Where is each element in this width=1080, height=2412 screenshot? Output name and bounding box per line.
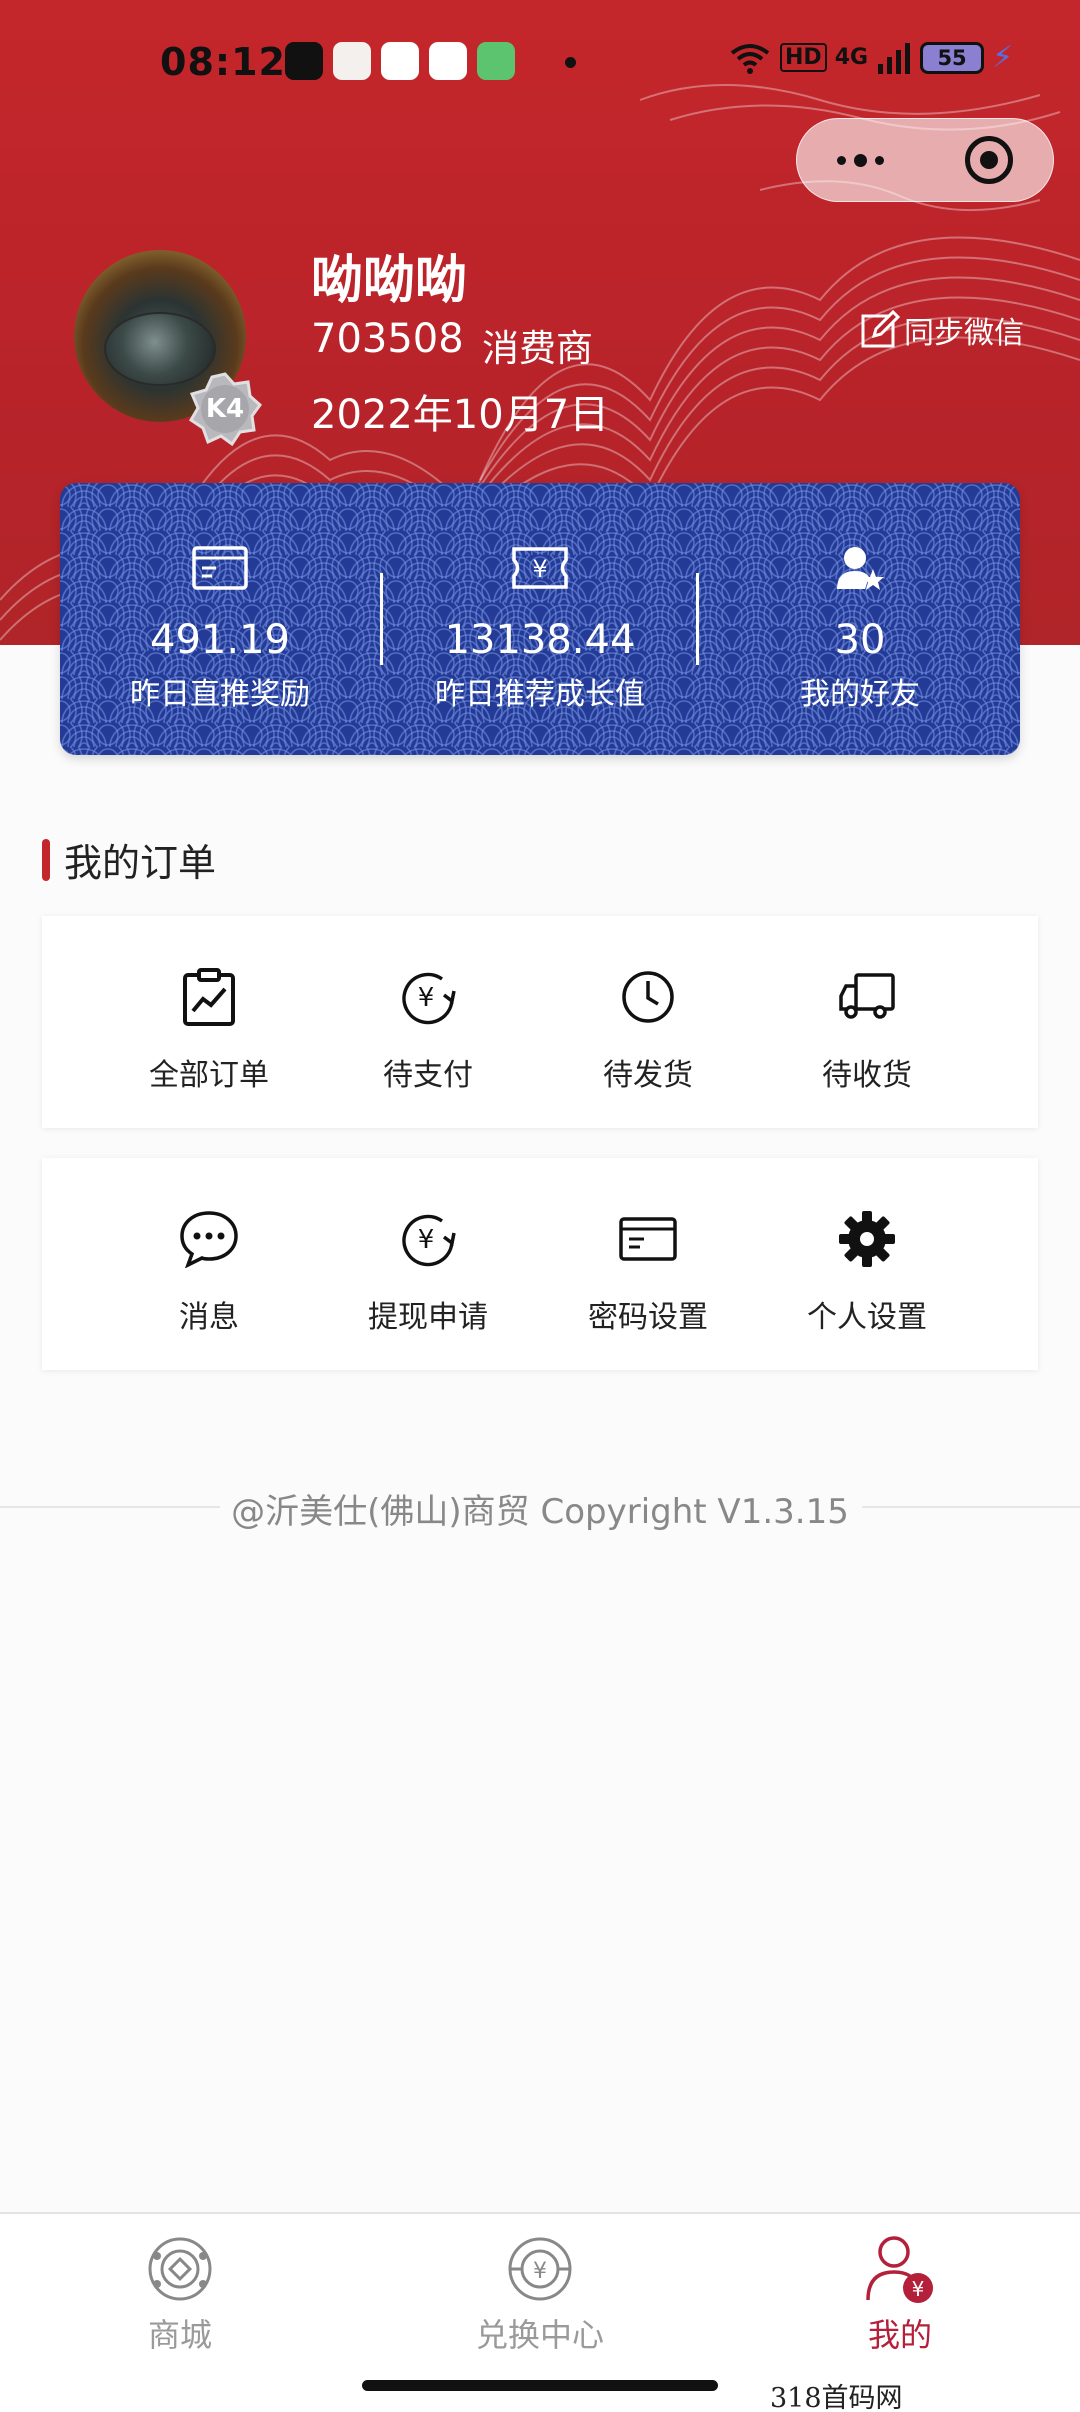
tool-item-label: 密码设置: [588, 1300, 708, 1335]
tab-label: 兑换中心: [475, 2316, 604, 2354]
copyright-text: @沂美仕(佛山)商贸 Copyright V1.3.15: [231, 1492, 849, 1532]
tiktok-icon: [285, 42, 323, 80]
tab-exchange-center[interactable]: ¥ 兑换中心: [360, 2234, 720, 2356]
join-date: 2022年10月7日: [311, 392, 610, 438]
signal-label: 4G: [834, 45, 869, 70]
svg-text:¥: ¥: [912, 2277, 925, 2301]
stat-growth-value[interactable]: ¥ 13138.44 昨日推荐成长值: [380, 483, 700, 755]
section-title-text: 我的订单: [64, 841, 217, 885]
order-item-label: 全部订单: [149, 1058, 269, 1093]
all-orders-button[interactable]: 全部订单: [99, 916, 319, 1128]
ticket-yuan-icon: ¥: [512, 547, 568, 589]
svg-text:¥: ¥: [533, 2259, 547, 2284]
hd-indicator: HD: [780, 43, 827, 72]
card-icon: [619, 1217, 677, 1261]
truck-icon: [839, 973, 895, 1019]
exchange-coin-icon: ¥: [508, 2237, 572, 2301]
notification-dot-icon: [565, 57, 576, 68]
status-app-icons: [285, 42, 515, 80]
close-miniprogram-button[interactable]: [964, 136, 1013, 184]
chat-bubble-icon: [180, 1211, 238, 1268]
home-indicator[interactable]: [362, 2380, 718, 2391]
password-settings-button[interactable]: 密码设置: [538, 1158, 758, 1370]
youku-icon: [429, 42, 467, 80]
user-id: 703508: [311, 316, 464, 362]
card-icon: [192, 546, 248, 590]
shop-compass-icon: [148, 2237, 212, 2301]
withdraw-request-button[interactable]: ¥ 提现申请: [318, 1158, 538, 1370]
miniprogram-capsule: [796, 118, 1054, 202]
orders-section-title: 我的订单: [42, 832, 216, 887]
stat-referral-reward[interactable]: 491.19 昨日直推奖励: [60, 483, 380, 755]
stat-label: 昨日直推奖励: [130, 677, 310, 712]
stat-divider: [696, 573, 699, 665]
clipboard-chart-icon: [183, 968, 235, 1026]
tools-panel: 消息 ¥ 提现申请 密码设置 个人设置: [42, 1158, 1038, 1370]
stat-value: 491.19: [150, 617, 290, 663]
edit-icon: [861, 310, 900, 348]
tool-item-label: 个人设置: [807, 1300, 927, 1335]
tab-label: 我的: [867, 2316, 932, 2354]
order-item-label: 待收货: [822, 1058, 912, 1093]
stat-value: 30: [834, 617, 886, 663]
badge-label: K4: [205, 394, 245, 424]
sync-wechat-label: 同步微信: [904, 316, 1024, 351]
svg-text:¥: ¥: [418, 983, 435, 1013]
personal-settings-button[interactable]: 个人设置: [757, 1158, 977, 1370]
svg-text:¥: ¥: [532, 555, 547, 583]
signal-bars-icon: [878, 42, 911, 74]
watermark-text: 318首码网 www.E318.com: [770, 2376, 1080, 2412]
stat-label: 我的好友: [800, 677, 920, 712]
stat-label: 昨日推荐成长值: [435, 677, 645, 712]
system-indicators: HD 4G 55 ⚡: [728, 40, 1013, 75]
user-name: 呦呦呦: [311, 251, 468, 311]
more-menu-button[interactable]: [837, 153, 885, 167]
messages-button[interactable]: 消息: [99, 1158, 319, 1370]
tab-label: 商城: [147, 2316, 212, 2354]
tool-item-label: 消息: [179, 1300, 239, 1335]
game-icon: [333, 42, 371, 80]
user-role: 消费商: [482, 327, 593, 370]
section-accent-bar: [42, 838, 50, 881]
browser-icon: [381, 42, 419, 80]
yuan-cycle-icon: ¥: [402, 1214, 456, 1267]
tab-shop[interactable]: 商城: [0, 2234, 360, 2356]
stat-value: 13138.44: [444, 617, 636, 663]
gear-icon: [839, 1211, 895, 1267]
wifi-icon: [730, 43, 770, 74]
order-item-label: 待支付: [383, 1058, 473, 1093]
battery-indicator: 55: [920, 41, 985, 74]
charging-icon: ⚡: [992, 40, 1014, 75]
user-yuan-icon: ¥: [866, 2236, 933, 2303]
friend-star-icon: [837, 547, 884, 590]
tab-mine[interactable]: ¥ 我的: [720, 2234, 1080, 2356]
stat-friends[interactable]: 30 我的好友: [700, 483, 1020, 755]
order-item-label: 待发货: [603, 1058, 693, 1093]
yuan-cycle-icon: ¥: [402, 972, 456, 1025]
svg-text:¥: ¥: [418, 1225, 435, 1255]
status-time: 08:12: [160, 40, 286, 84]
sync-wechat-button[interactable]: 同步微信: [860, 308, 1024, 352]
pending-receipt-button[interactable]: 待收货: [757, 916, 977, 1128]
level-badge: K4: [188, 372, 262, 446]
pending-shipment-button[interactable]: 待发货: [538, 916, 758, 1128]
tool-item-label: 提现申请: [368, 1300, 488, 1335]
chat-app-icon: [477, 42, 515, 80]
pending-payment-button[interactable]: ¥ 待支付: [318, 916, 538, 1128]
clock-icon: [622, 971, 674, 1023]
orders-panel: 全部订单 ¥ 待支付 待发货 待收货: [42, 916, 1038, 1128]
stats-card: 491.19 昨日直推奖励 ¥ 13138.44 昨日推荐成长值 30 我的好友: [60, 483, 1020, 755]
